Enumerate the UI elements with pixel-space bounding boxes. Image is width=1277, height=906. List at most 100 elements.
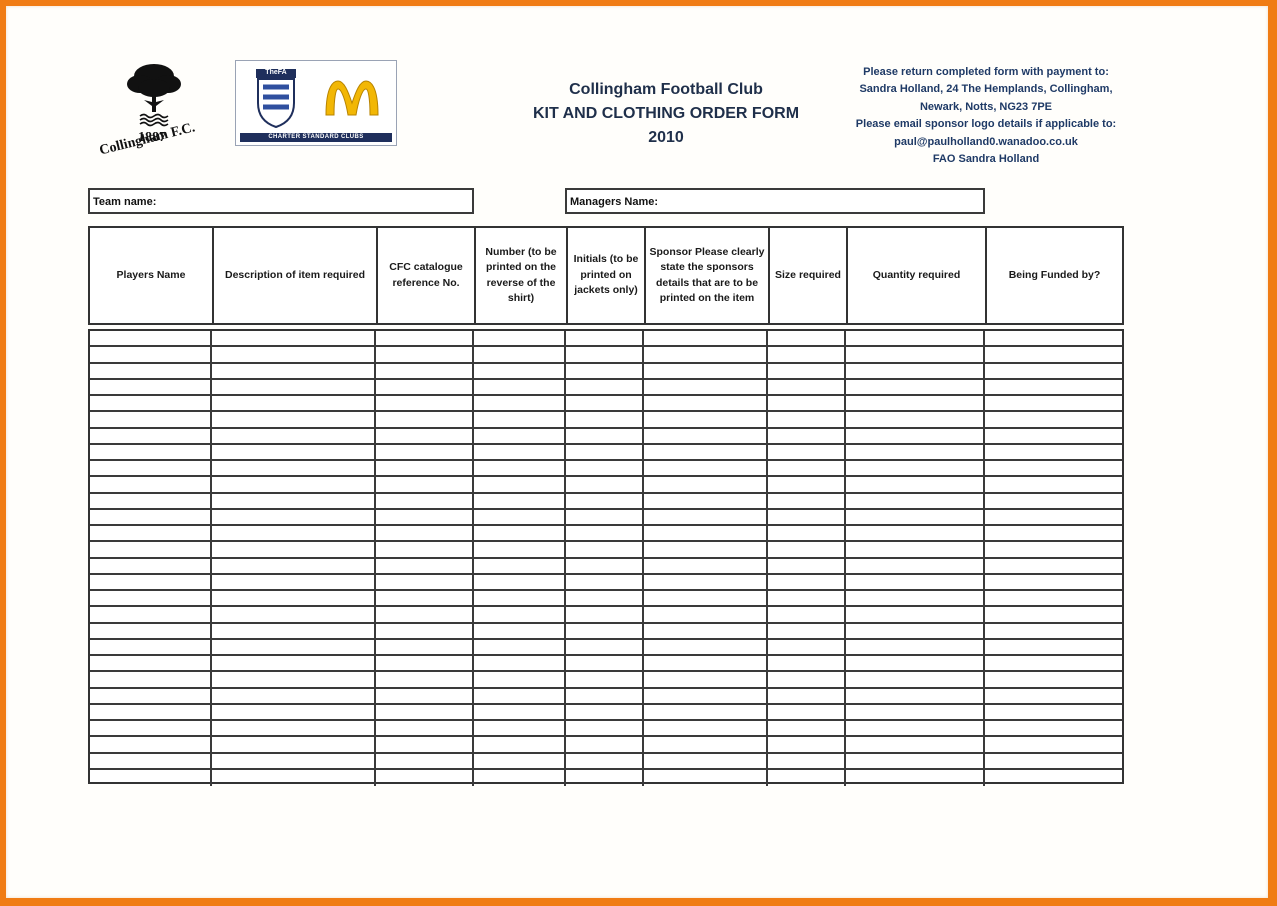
table-cell-funded-by[interactable] — [985, 477, 1122, 491]
table-cell-players-name[interactable] — [90, 412, 212, 427]
table-cell-funded-by[interactable] — [985, 380, 1122, 394]
table-cell-quantity[interactable] — [846, 526, 985, 541]
table-cell-quantity[interactable] — [846, 737, 985, 752]
table-cell-quantity[interactable] — [846, 477, 985, 492]
table-cell-initials[interactable] — [566, 591, 644, 606]
table-cell-initials[interactable] — [566, 574, 644, 589]
table-cell-players-name[interactable] — [90, 737, 212, 752]
table-cell-players-name[interactable] — [90, 461, 212, 476]
table-cell-description[interactable] — [212, 721, 376, 736]
table-cell-sponsor[interactable] — [644, 509, 768, 524]
table-cell-sponsor[interactable] — [644, 363, 768, 378]
table-cell-number[interactable] — [474, 607, 566, 622]
table-cell-funded-by[interactable] — [985, 526, 1122, 540]
table-cell-sponsor[interactable] — [644, 412, 768, 427]
table-cell-players-name[interactable] — [90, 363, 212, 378]
table-cell-number[interactable] — [474, 331, 566, 346]
table-cell-funded-by[interactable] — [985, 656, 1122, 670]
table-cell-size[interactable] — [768, 493, 846, 508]
table-cell-sponsor[interactable] — [644, 396, 768, 411]
table-cell-catalogue-ref[interactable] — [376, 509, 474, 524]
table-cell-catalogue-ref[interactable] — [376, 753, 474, 768]
table-cell-initials[interactable] — [566, 477, 644, 492]
table-cell-quantity[interactable] — [846, 509, 985, 524]
table-cell-description[interactable] — [212, 639, 376, 654]
table-cell-initials[interactable] — [566, 444, 644, 459]
table-cell-sponsor[interactable] — [644, 688, 768, 703]
table-cell-size[interactable] — [768, 591, 846, 606]
table-cell-catalogue-ref[interactable] — [376, 574, 474, 589]
table-cell-players-name[interactable] — [90, 444, 212, 459]
table-cell-sponsor[interactable] — [644, 379, 768, 394]
table-cell-size[interactable] — [768, 769, 846, 786]
table-cell-players-name[interactable] — [90, 379, 212, 394]
table-cell-initials[interactable] — [566, 688, 644, 703]
table-cell-sponsor[interactable] — [644, 542, 768, 557]
table-cell-quantity[interactable] — [846, 461, 985, 476]
table-cell-players-name[interactable] — [90, 509, 212, 524]
table-cell-players-name[interactable] — [90, 769, 212, 786]
table-cell-quantity[interactable] — [846, 623, 985, 638]
table-cell-catalogue-ref[interactable] — [376, 444, 474, 459]
table-cell-number[interactable] — [474, 688, 566, 703]
table-cell-number[interactable] — [474, 379, 566, 394]
table-cell-sponsor[interactable] — [644, 428, 768, 443]
table-cell-catalogue-ref[interactable] — [376, 688, 474, 703]
table-cell-size[interactable] — [768, 347, 846, 362]
table-cell-players-name[interactable] — [90, 607, 212, 622]
table-cell-initials[interactable] — [566, 542, 644, 557]
table-cell-number[interactable] — [474, 591, 566, 606]
table-cell-initials[interactable] — [566, 639, 644, 654]
table-cell-initials[interactable] — [566, 493, 644, 508]
table-cell-catalogue-ref[interactable] — [376, 737, 474, 752]
table-cell-quantity[interactable] — [846, 379, 985, 394]
table-cell-description[interactable] — [212, 379, 376, 394]
table-cell-catalogue-ref[interactable] — [376, 412, 474, 427]
table-cell-initials[interactable] — [566, 558, 644, 573]
table-cell-funded-by[interactable] — [985, 640, 1122, 654]
table-cell-sponsor[interactable] — [644, 526, 768, 541]
table-cell-number[interactable] — [474, 461, 566, 476]
table-cell-funded-by[interactable] — [985, 331, 1122, 345]
table-cell-initials[interactable] — [566, 331, 644, 346]
table-cell-quantity[interactable] — [846, 331, 985, 346]
table-cell-quantity[interactable] — [846, 704, 985, 719]
table-cell-initials[interactable] — [566, 672, 644, 687]
table-cell-description[interactable] — [212, 591, 376, 606]
table-cell-funded-by[interactable] — [985, 689, 1122, 703]
table-cell-sponsor[interactable] — [644, 444, 768, 459]
table-cell-initials[interactable] — [566, 396, 644, 411]
table-cell-description[interactable] — [212, 623, 376, 638]
table-cell-size[interactable] — [768, 623, 846, 638]
table-cell-size[interactable] — [768, 753, 846, 768]
table-cell-players-name[interactable] — [90, 542, 212, 557]
table-cell-size[interactable] — [768, 542, 846, 557]
table-cell-funded-by[interactable] — [985, 542, 1122, 556]
table-cell-number[interactable] — [474, 363, 566, 378]
table-cell-catalogue-ref[interactable] — [376, 331, 474, 346]
table-cell-description[interactable] — [212, 769, 376, 786]
table-cell-catalogue-ref[interactable] — [376, 656, 474, 671]
table-cell-quantity[interactable] — [846, 363, 985, 378]
table-cell-sponsor[interactable] — [644, 607, 768, 622]
table-cell-initials[interactable] — [566, 607, 644, 622]
table-cell-size[interactable] — [768, 477, 846, 492]
table-cell-description[interactable] — [212, 526, 376, 541]
table-cell-initials[interactable] — [566, 379, 644, 394]
table-cell-size[interactable] — [768, 737, 846, 752]
table-cell-sponsor[interactable] — [644, 347, 768, 362]
table-cell-sponsor[interactable] — [644, 331, 768, 346]
table-cell-initials[interactable] — [566, 656, 644, 671]
table-cell-quantity[interactable] — [846, 444, 985, 459]
table-cell-funded-by[interactable] — [985, 737, 1122, 751]
table-cell-number[interactable] — [474, 574, 566, 589]
table-cell-size[interactable] — [768, 379, 846, 394]
table-cell-initials[interactable] — [566, 461, 644, 476]
table-cell-catalogue-ref[interactable] — [376, 769, 474, 786]
table-cell-players-name[interactable] — [90, 347, 212, 362]
table-cell-description[interactable] — [212, 688, 376, 703]
table-cell-catalogue-ref[interactable] — [376, 363, 474, 378]
table-cell-players-name[interactable] — [90, 396, 212, 411]
table-cell-quantity[interactable] — [846, 656, 985, 671]
table-cell-quantity[interactable] — [846, 493, 985, 508]
